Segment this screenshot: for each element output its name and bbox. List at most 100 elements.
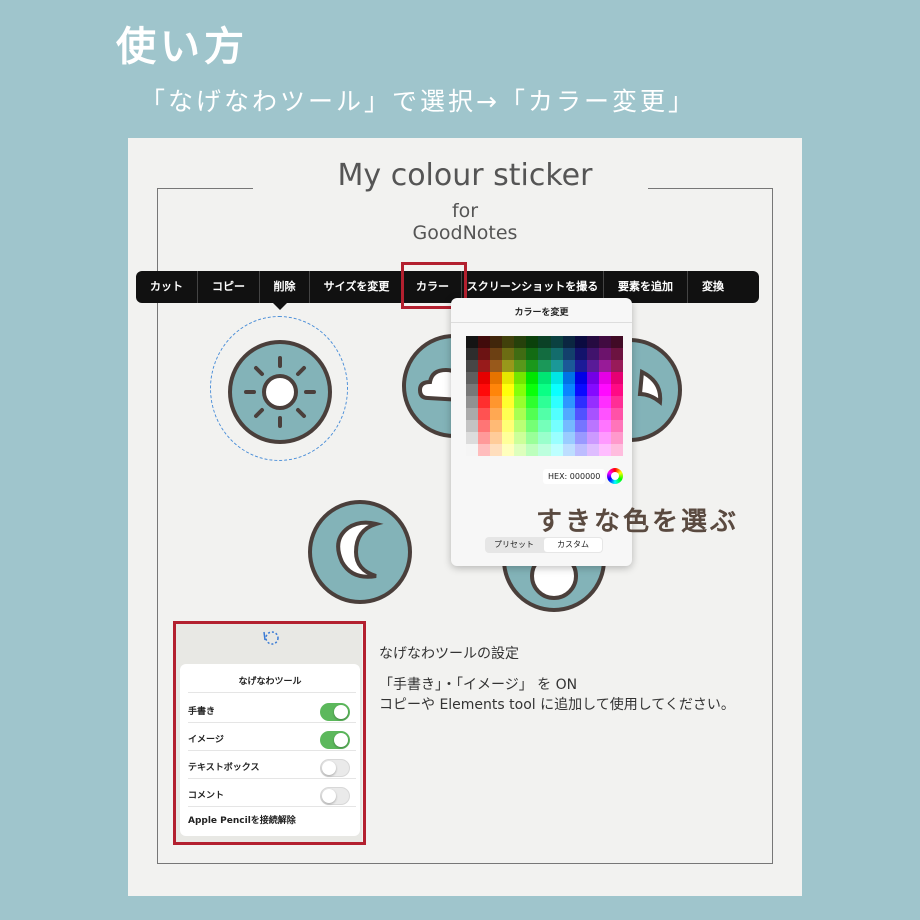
color-swatch[interactable]: [586, 360, 599, 372]
color-swatch[interactable]: [610, 336, 623, 348]
color-swatch[interactable]: [502, 384, 515, 396]
color-swatch[interactable]: [478, 360, 491, 372]
color-swatch[interactable]: [466, 372, 479, 384]
color-swatch[interactable]: [586, 420, 599, 432]
color-swatch[interactable]: [466, 396, 479, 408]
hex-field[interactable]: HEX: 000000: [543, 469, 606, 484]
color-swatch[interactable]: [562, 384, 575, 396]
color-swatch[interactable]: [550, 444, 563, 456]
color-swatch[interactable]: [610, 444, 623, 456]
color-swatch[interactable]: [490, 348, 503, 360]
color-swatch[interactable]: [514, 384, 527, 396]
color-swatch[interactable]: [502, 420, 515, 432]
color-wheel-icon[interactable]: [607, 468, 623, 484]
color-swatch[interactable]: [526, 360, 539, 372]
color-swatch[interactable]: [526, 432, 539, 444]
color-swatch[interactable]: [514, 420, 527, 432]
tab-custom[interactable]: カスタム: [544, 538, 602, 552]
color-swatch[interactable]: [598, 348, 611, 360]
color-swatch[interactable]: [598, 420, 611, 432]
color-swatch[interactable]: [490, 336, 503, 348]
color-swatch[interactable]: [610, 372, 623, 384]
color-swatch[interactable]: [574, 348, 587, 360]
menu-item-convert[interactable]: 変換: [688, 271, 738, 303]
color-swatch[interactable]: [550, 348, 563, 360]
color-swatch[interactable]: [586, 336, 599, 348]
color-swatch[interactable]: [550, 432, 563, 444]
color-swatch[interactable]: [550, 360, 563, 372]
color-swatch[interactable]: [490, 384, 503, 396]
color-swatch[interactable]: [586, 408, 599, 420]
color-swatch[interactable]: [610, 420, 623, 432]
color-swatch[interactable]: [598, 384, 611, 396]
color-swatch[interactable]: [466, 384, 479, 396]
color-swatch[interactable]: [466, 348, 479, 360]
color-swatch[interactable]: [490, 360, 503, 372]
color-swatch[interactable]: [550, 396, 563, 408]
color-swatch[interactable]: [586, 444, 599, 456]
color-swatch[interactable]: [538, 444, 551, 456]
color-swatch[interactable]: [538, 336, 551, 348]
color-swatch[interactable]: [562, 420, 575, 432]
color-swatch[interactable]: [478, 336, 491, 348]
color-swatch[interactable]: [478, 444, 491, 456]
color-swatch[interactable]: [514, 336, 527, 348]
color-swatch[interactable]: [490, 420, 503, 432]
color-swatch[interactable]: [538, 384, 551, 396]
color-swatch[interactable]: [574, 420, 587, 432]
color-swatch[interactable]: [514, 432, 527, 444]
color-swatch[interactable]: [514, 348, 527, 360]
color-swatch[interactable]: [538, 396, 551, 408]
color-swatch[interactable]: [502, 432, 515, 444]
color-swatch[interactable]: [490, 444, 503, 456]
color-swatch[interactable]: [466, 408, 479, 420]
color-swatch[interactable]: [538, 408, 551, 420]
color-swatch[interactable]: [550, 336, 563, 348]
color-swatch[interactable]: [478, 408, 491, 420]
color-swatch[interactable]: [562, 348, 575, 360]
color-swatch[interactable]: [514, 360, 527, 372]
color-swatch[interactable]: [466, 420, 479, 432]
color-swatch[interactable]: [538, 432, 551, 444]
color-swatch[interactable]: [574, 336, 587, 348]
color-swatch[interactable]: [478, 348, 491, 360]
color-swatch[interactable]: [514, 396, 527, 408]
color-swatch[interactable]: [610, 384, 623, 396]
color-swatch[interactable]: [502, 360, 515, 372]
color-swatch[interactable]: [502, 396, 515, 408]
color-swatch[interactable]: [514, 444, 527, 456]
color-swatch[interactable]: [562, 360, 575, 372]
color-swatch[interactable]: [610, 408, 623, 420]
color-swatch[interactable]: [526, 384, 539, 396]
color-swatch[interactable]: [526, 396, 539, 408]
color-swatch[interactable]: [526, 408, 539, 420]
color-swatch[interactable]: [574, 408, 587, 420]
color-swatch[interactable]: [478, 396, 491, 408]
menu-item-delete[interactable]: 削除: [260, 271, 310, 303]
color-swatch[interactable]: [574, 372, 587, 384]
color-swatch[interactable]: [574, 432, 587, 444]
color-swatch[interactable]: [598, 360, 611, 372]
color-swatch[interactable]: [490, 372, 503, 384]
color-swatch[interactable]: [610, 432, 623, 444]
color-swatch[interactable]: [538, 372, 551, 384]
color-swatch[interactable]: [586, 384, 599, 396]
color-swatch[interactable]: [586, 396, 599, 408]
color-swatch[interactable]: [502, 408, 515, 420]
color-swatch[interactable]: [526, 336, 539, 348]
color-swatch[interactable]: [466, 444, 479, 456]
color-swatch[interactable]: [562, 432, 575, 444]
color-swatch[interactable]: [490, 396, 503, 408]
color-swatch[interactable]: [502, 336, 515, 348]
menu-item-copy[interactable]: コピー: [198, 271, 260, 303]
color-swatch[interactable]: [478, 384, 491, 396]
color-swatch[interactable]: [574, 444, 587, 456]
menu-item-resize[interactable]: サイズを変更: [310, 271, 404, 303]
color-swatch[interactable]: [610, 348, 623, 360]
color-swatch[interactable]: [562, 408, 575, 420]
color-swatch[interactable]: [550, 420, 563, 432]
color-swatch[interactable]: [586, 372, 599, 384]
color-swatch[interactable]: [574, 384, 587, 396]
color-palette-grid[interactable]: [466, 336, 623, 456]
color-swatch[interactable]: [526, 444, 539, 456]
